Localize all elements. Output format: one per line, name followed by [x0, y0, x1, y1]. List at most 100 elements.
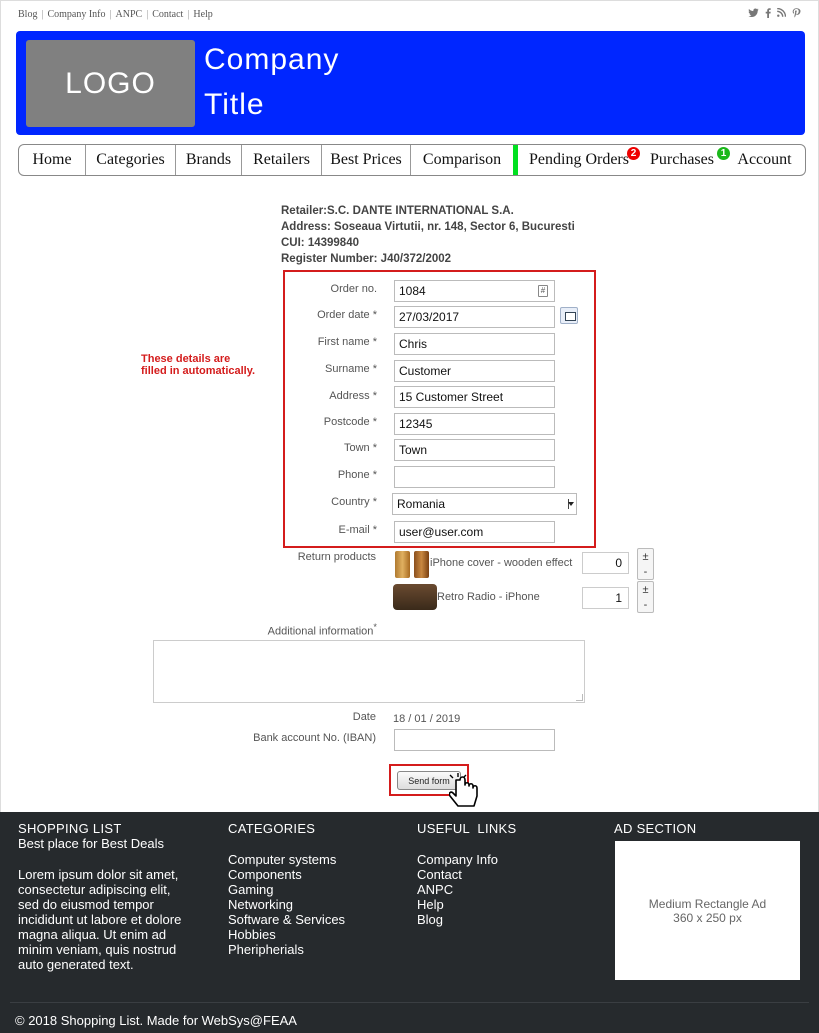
order-no-label: Order no. [330, 283, 377, 295]
footer-link[interactable]: Blog [417, 912, 517, 927]
footer-col-about: SHOPPING LIST Best place for Best Deals … [18, 821, 181, 972]
footer-link[interactable]: Contact [417, 867, 517, 882]
auto-fill-note-line1: These details are [141, 353, 231, 365]
footer-category-link[interactable]: Hobbies [228, 927, 345, 942]
footer-category-link[interactable]: Software & Services [228, 912, 345, 927]
nav-item-pending-orders[interactable]: Pending Orders 2 [513, 145, 640, 175]
postcode-value: 12345 [399, 417, 433, 431]
country-label: Country * [331, 496, 377, 508]
copyright: © 2018 Shopping List. Made for WebSys@FE… [15, 1013, 297, 1028]
nav-label-pending-orders: Pending Orders [529, 151, 629, 168]
quantity-input-iphone-cover[interactable]: 0 [582, 552, 629, 574]
plus-minus-icon[interactable]: ± [642, 551, 648, 562]
town-label: Town * [343, 442, 377, 454]
email-label: E-mail * [338, 524, 377, 536]
chevron-down-icon [568, 499, 574, 509]
top-link-company-info[interactable]: Company Info [47, 9, 105, 20]
order-no-field[interactable]: 1084 # [394, 280, 555, 302]
country-select[interactable]: Romania [392, 493, 577, 515]
ad-line2: 360 x 250 px [673, 910, 742, 925]
footer-about-text-line: Lorem ipsum dolor sit amet, [18, 867, 179, 882]
top-link-contact[interactable]: Contact [152, 9, 183, 20]
facebook-icon[interactable] [765, 8, 771, 21]
footer-categories-title: CATEGORIES [228, 821, 316, 836]
auto-fill-note: These details are filled in automaticall… [141, 353, 255, 377]
logo[interactable]: LOGO [26, 40, 195, 127]
footer-category-link[interactable]: Components [228, 867, 345, 882]
rss-icon[interactable] [777, 7, 787, 21]
footer-link[interactable]: ANPC [417, 882, 517, 897]
footer-category-link[interactable]: Computer systems [228, 852, 345, 867]
pending-orders-badge: 2 [627, 147, 640, 160]
company-title: Company Title [204, 37, 339, 127]
nav-label-best-prices: Best Prices [330, 151, 402, 168]
nav-label-purchases: Purchases [650, 151, 714, 168]
nav-label-categories: Categories [96, 151, 165, 168]
plus-minus-icon[interactable]: ± [642, 584, 648, 595]
nav-item-comparison[interactable]: Comparison [411, 145, 513, 175]
quantity-input-retro-radio[interactable]: 1 [582, 587, 629, 609]
footer-about-text-line: minim veniam, quis nostrud [18, 942, 177, 957]
top-link-anpc[interactable]: ANPC [116, 9, 143, 20]
postcode-field[interactable]: 12345 [394, 413, 555, 435]
iban-field[interactable] [394, 729, 555, 751]
retailer-address: Address: Soseaua Virtutii, nr. 148, Sect… [281, 221, 575, 233]
town-value: Town [399, 443, 428, 457]
minus-icon[interactable]: - [644, 599, 648, 610]
hand-cursor-icon [449, 773, 478, 807]
phone-label: Phone * [337, 469, 377, 481]
footer-category-link[interactable]: Networking [228, 897, 345, 912]
calendar-icon[interactable] [560, 307, 578, 324]
retailer-name: Retailer:S.C. DANTE INTERNATIONAL S.A. [281, 205, 514, 217]
email-field[interactable]: user@user.com [394, 521, 555, 543]
iban-label: Bank account No. (IBAN) [253, 732, 376, 744]
twitter-icon[interactable] [748, 8, 759, 21]
return-products-label: Return products [297, 551, 376, 563]
nav-item-retailers[interactable]: Retailers [242, 145, 322, 175]
ad-placeholder[interactable]: Medium Rectangle Ad 360 x 250 px [615, 841, 800, 980]
nav-item-best-prices[interactable]: Best Prices [322, 145, 411, 175]
postcode-label: Postcode * [323, 416, 377, 428]
first-name-field[interactable]: Chris [394, 333, 555, 355]
nav-item-purchases[interactable]: Purchases 1 [640, 145, 730, 175]
footer-col-ad: AD SECTION [614, 821, 696, 836]
footer-category-link[interactable]: Pheripherials [228, 942, 345, 957]
date-value: 18 / 01 / 2019 [393, 713, 461, 725]
footer-about-text-line: consectetur adipiscing elit, [18, 882, 171, 897]
company-title-line2: Title [204, 88, 265, 121]
retailer-cui: CUI: 14399840 [281, 237, 359, 249]
minus-icon[interactable]: - [644, 566, 648, 577]
footer-about-text-line: incididunt ut labore et dolore [18, 912, 182, 927]
order-date-field[interactable]: 27/03/2017 [394, 306, 555, 328]
product-image-iphone-cover-back [414, 551, 429, 578]
country-value: Romania [397, 497, 446, 511]
email-value: user@user.com [399, 525, 484, 539]
site-header: LOGO Company Title [16, 31, 805, 135]
quantity-stepper-retro-radio[interactable]: ± - [637, 581, 654, 613]
top-link-help[interactable]: Help [193, 9, 212, 20]
order-date-label: Order date * [317, 309, 377, 321]
footer-about-text-line: magna aliqua. Ut enim ad [18, 927, 167, 942]
additional-info-textarea[interactable] [153, 640, 585, 703]
footer-link[interactable]: Company Info [417, 852, 517, 867]
town-field[interactable]: Town [394, 439, 555, 461]
top-link-blog[interactable]: Blog [18, 9, 37, 20]
footer-category-link[interactable]: Gaming [228, 882, 345, 897]
phone-field[interactable] [394, 466, 555, 488]
quantity-stepper-iphone-cover[interactable]: ± - [637, 548, 654, 580]
surname-label: Surname * [325, 363, 377, 375]
first-name-label: First name * [317, 336, 377, 348]
nav-item-home[interactable]: Home [19, 145, 86, 175]
nav-item-categories[interactable]: Categories [86, 145, 176, 175]
nav-item-account[interactable]: Account [724, 145, 805, 175]
company-title-line1: Company [204, 43, 340, 76]
nav-label-retailers: Retailers [253, 151, 310, 168]
nav-label-account: Account [737, 151, 792, 168]
pinterest-icon[interactable] [792, 8, 801, 21]
footer-about-text-line: sed do eiusmod tempor [18, 897, 154, 912]
nav-item-brands[interactable]: Brands [176, 145, 242, 175]
surname-field[interactable]: Customer [394, 360, 555, 382]
address-field[interactable]: 15 Customer Street [394, 386, 555, 408]
footer-link[interactable]: Help [417, 897, 517, 912]
surname-value: Customer [399, 364, 452, 378]
